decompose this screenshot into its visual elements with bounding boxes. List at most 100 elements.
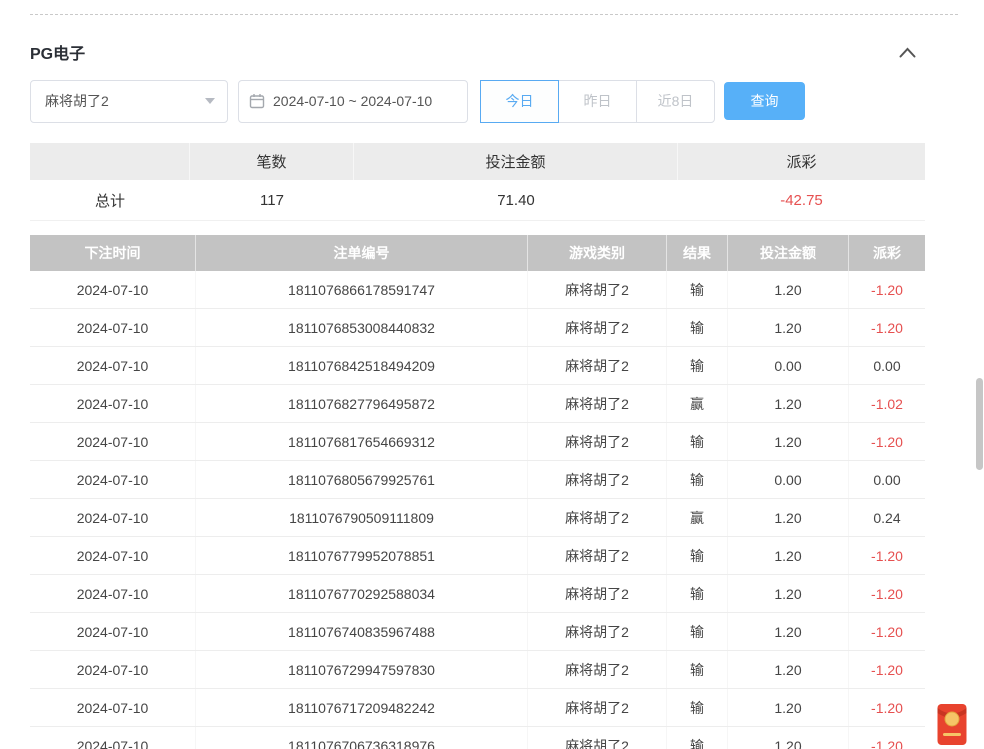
cell-bet-time: 2024-07-10: [30, 537, 196, 574]
bet-records-table: 下注时间 注单编号 游戏类别 结果 投注金额 派彩 2024-07-10 181…: [30, 235, 925, 749]
cell-game-category: 麻将胡了2: [528, 613, 667, 650]
cell-order-id: 1811076740835967488: [196, 613, 528, 650]
cell-bet-time: 2024-07-10: [30, 385, 196, 422]
summary-header-bet: 投注金额: [354, 143, 678, 180]
header-bet-time: 下注时间: [30, 235, 196, 271]
cell-order-id: 1811076729947597830: [196, 651, 528, 688]
cell-order-id: 1811076853008440832: [196, 309, 528, 346]
cell-result: 输: [667, 575, 728, 612]
summary-total-row: 总计 117 71.40 -42.75: [30, 180, 925, 221]
section-title: PG电子: [30, 40, 85, 64]
cell-bet-time: 2024-07-10: [30, 727, 196, 749]
cell-result: 赢: [667, 385, 728, 422]
cell-result: 赢: [667, 499, 728, 536]
cell-order-id: 1811076706736318976: [196, 727, 528, 749]
red-packet-icon[interactable]: [937, 703, 967, 746]
cell-result: 输: [667, 461, 728, 498]
table-row: 2024-07-10 1811076866178591747 麻将胡了2 输 1…: [30, 271, 925, 309]
summary-table: 笔数 投注金额 派彩 总计 117 71.40 -42.75: [30, 143, 925, 221]
cell-order-id: 1811076866178591747: [196, 271, 528, 308]
page: PG电子 麻将胡了2 2024-07-10 ~ 2024-07-10 今日 昨日…: [0, 0, 984, 749]
cell-bet-amount: 1.20: [728, 651, 849, 688]
cell-result: 输: [667, 271, 728, 308]
quick-range-button[interactable]: 昨日: [558, 80, 637, 123]
cell-result: 输: [667, 727, 728, 749]
header-game-category: 游戏类别: [528, 235, 667, 271]
cell-bet-time: 2024-07-10: [30, 461, 196, 498]
cell-payout: -1.20: [849, 613, 925, 650]
cell-payout: 0.00: [849, 461, 925, 498]
collapse-chevron-up-icon[interactable]: [899, 47, 916, 58]
summary-total-label: 总计: [30, 180, 190, 220]
cell-payout: -1.20: [849, 309, 925, 346]
cell-bet-amount: 1.20: [728, 385, 849, 422]
cell-bet-amount: 1.20: [728, 689, 849, 726]
header-payout: 派彩: [849, 235, 925, 271]
table-row: 2024-07-10 1811076842518494209 麻将胡了2 输 0…: [30, 347, 925, 385]
cell-payout: -1.20: [849, 423, 925, 460]
cell-payout: -1.20: [849, 727, 925, 749]
date-range-value: 2024-07-10 ~ 2024-07-10: [273, 93, 432, 109]
date-range-picker[interactable]: 2024-07-10 ~ 2024-07-10: [238, 80, 468, 123]
bet-records-header: 下注时间 注单编号 游戏类别 结果 投注金额 派彩: [30, 235, 925, 271]
summary-payout-value: -42.75: [678, 180, 925, 220]
summary-count-value: 117: [190, 180, 354, 220]
cell-game-category: 麻将胡了2: [528, 651, 667, 688]
cell-bet-amount: 1.20: [728, 727, 849, 749]
cell-payout: -1.20: [849, 271, 925, 308]
section-header: PG电子: [30, 40, 916, 64]
summary-header-count: 笔数: [190, 143, 354, 180]
header-result: 结果: [667, 235, 728, 271]
summary-header-blank: [30, 143, 190, 180]
table-row: 2024-07-10 1811076790509111809 麻将胡了2 赢 1…: [30, 499, 925, 537]
cell-order-id: 1811076790509111809: [196, 499, 528, 536]
cell-payout: -1.20: [849, 651, 925, 688]
vertical-scrollbar-thumb[interactable]: [976, 378, 983, 470]
cell-game-category: 麻将胡了2: [528, 347, 667, 384]
cell-bet-amount: 1.20: [728, 499, 849, 536]
cell-game-category: 麻将胡了2: [528, 461, 667, 498]
game-select-value: 麻将胡了2: [45, 91, 109, 111]
cell-bet-amount: 0.00: [728, 347, 849, 384]
table-row: 2024-07-10 1811076717209482242 麻将胡了2 输 1…: [30, 689, 925, 727]
cell-game-category: 麻将胡了2: [528, 689, 667, 726]
calendar-icon: [249, 93, 265, 109]
cell-order-id: 1811076770292588034: [196, 575, 528, 612]
cell-order-id: 1811076717209482242: [196, 689, 528, 726]
table-row: 2024-07-10 1811076770292588034 麻将胡了2 输 1…: [30, 575, 925, 613]
cell-bet-time: 2024-07-10: [30, 347, 196, 384]
filter-bar: 麻将胡了2 2024-07-10 ~ 2024-07-10 今日 昨日 近8日 …: [30, 79, 805, 123]
cell-bet-amount: 1.20: [728, 575, 849, 612]
cell-payout: 0.24: [849, 499, 925, 536]
cell-payout: -1.20: [849, 689, 925, 726]
cell-bet-time: 2024-07-10: [30, 309, 196, 346]
cell-payout: -1.02: [849, 385, 925, 422]
cell-bet-time: 2024-07-10: [30, 423, 196, 460]
caret-down-icon: [205, 98, 215, 104]
cell-bet-amount: 1.20: [728, 537, 849, 574]
table-row: 2024-07-10 1811076805679925761 麻将胡了2 输 0…: [30, 461, 925, 499]
query-button[interactable]: 查询: [724, 82, 805, 120]
cell-payout: 0.00: [849, 347, 925, 384]
cell-bet-time: 2024-07-10: [30, 689, 196, 726]
cell-payout: -1.20: [849, 537, 925, 574]
cell-game-category: 麻将胡了2: [528, 271, 667, 308]
cell-bet-time: 2024-07-10: [30, 575, 196, 612]
cell-game-category: 麻将胡了2: [528, 309, 667, 346]
bet-records-body: 2024-07-10 1811076866178591747 麻将胡了2 输 1…: [30, 271, 925, 749]
cell-bet-time: 2024-07-10: [30, 271, 196, 308]
table-row: 2024-07-10 1811076817654669312 麻将胡了2 输 1…: [30, 423, 925, 461]
quick-range-button[interactable]: 近8日: [636, 80, 715, 123]
cell-bet-time: 2024-07-10: [30, 651, 196, 688]
cell-game-category: 麻将胡了2: [528, 499, 667, 536]
table-row: 2024-07-10 1811076827796495872 麻将胡了2 赢 1…: [30, 385, 925, 423]
cell-bet-amount: 1.20: [728, 423, 849, 460]
quick-range-group: 今日 昨日 近8日: [481, 80, 715, 123]
cell-game-category: 麻将胡了2: [528, 385, 667, 422]
table-row: 2024-07-10 1811076740835967488 麻将胡了2 输 1…: [30, 613, 925, 651]
cell-bet-time: 2024-07-10: [30, 499, 196, 536]
cell-bet-amount: 1.20: [728, 309, 849, 346]
cell-result: 输: [667, 347, 728, 384]
quick-range-button[interactable]: 今日: [480, 80, 559, 123]
game-select[interactable]: 麻将胡了2: [30, 80, 228, 123]
